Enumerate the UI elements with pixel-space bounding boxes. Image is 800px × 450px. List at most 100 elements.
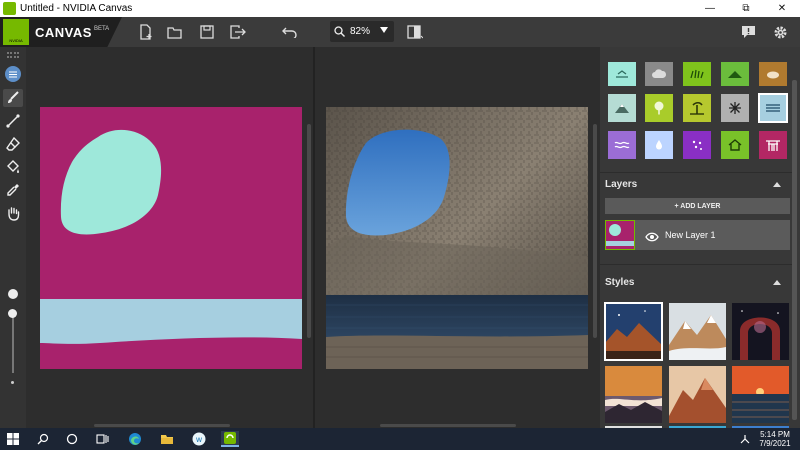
undo-icon[interactable] <box>281 23 299 41</box>
brush-size-knob[interactable] <box>8 309 17 318</box>
mat-fog[interactable] <box>645 131 673 159</box>
mat-hill[interactable] <box>721 62 749 86</box>
pan-tool[interactable] <box>3 204 23 222</box>
layer-thumbnail <box>605 220 635 250</box>
styles-title: Styles <box>605 277 635 288</box>
mat-flowers[interactable] <box>683 131 711 159</box>
canvas-app-icon[interactable] <box>221 431 239 447</box>
network-icon[interactable] <box>737 431 753 447</box>
painted-sky-shape <box>60 129 162 235</box>
painted-water-shape <box>40 299 302 344</box>
add-layer-button[interactable]: + ADD LAYER <box>605 198 790 214</box>
tree-icon <box>654 101 664 115</box>
paint-canvas[interactable] <box>40 107 302 369</box>
cloud-icon <box>652 69 667 78</box>
eyedropper-tool[interactable] <box>3 181 23 199</box>
mat-grass[interactable] <box>683 62 711 86</box>
palm-icon <box>690 101 704 115</box>
mat-house[interactable] <box>721 131 749 159</box>
mat-tree[interactable] <box>645 94 673 122</box>
wave-icon <box>614 141 630 149</box>
task-view-icon[interactable] <box>94 431 110 447</box>
style-snowy-peaks[interactable] <box>669 303 726 360</box>
section-separator <box>600 172 792 173</box>
export-icon[interactable] <box>229 23 247 41</box>
brush-size-min <box>11 381 14 384</box>
mat-cloud[interactable] <box>645 62 673 86</box>
windows-taskbar: w 5:14 PM 7/9/2021 <box>0 428 800 450</box>
water-icon <box>766 104 780 112</box>
chevron-down-icon[interactable] <box>380 27 388 33</box>
zoom-control[interactable]: 82% <box>330 21 394 42</box>
fill-tool[interactable] <box>3 158 23 176</box>
beta-badge: BETA <box>93 26 110 32</box>
layer-name: New Layer 1 <box>665 230 716 240</box>
output-horizontal-scrollbar[interactable] <box>380 424 516 427</box>
mat-temple[interactable] <box>759 131 787 159</box>
drag-handle[interactable] <box>7 52 19 58</box>
close-button[interactable]: ✕ <box>764 0 800 17</box>
wink-icon[interactable]: w <box>191 431 207 447</box>
mat-bush[interactable] <box>683 94 711 122</box>
paint-horizontal-scrollbar[interactable] <box>94 424 230 427</box>
minimize-button[interactable]: — <box>692 0 728 17</box>
layers-collapse-icon[interactable] <box>773 182 781 187</box>
output-canvas <box>326 107 588 369</box>
cortana-icon[interactable] <box>64 431 80 447</box>
search-icon <box>334 26 345 37</box>
paint-vertical-scrollbar[interactable] <box>307 124 311 338</box>
mat-river[interactable] <box>608 131 636 159</box>
window-title: Untitled - NVIDIA Canvas <box>20 3 133 14</box>
brand: NVIDIA CANVAS BETA <box>0 17 122 47</box>
style-ocean-sunset[interactable] <box>732 366 789 423</box>
brush-size-track[interactable] <box>12 315 14 373</box>
line-tool[interactable] <box>3 112 23 130</box>
temple-icon <box>766 140 780 151</box>
mountain-icon <box>615 104 629 113</box>
hill-icon <box>728 71 742 78</box>
style-mountain-night[interactable] <box>604 302 663 361</box>
canvas-divider[interactable] <box>313 47 315 428</box>
brush-size-max <box>8 289 18 299</box>
svg-text:w: w <box>196 435 203 444</box>
mat-water[interactable] <box>758 93 788 123</box>
windows-start-icon[interactable] <box>5 431 21 447</box>
edge-icon[interactable] <box>127 431 143 447</box>
grass-icon <box>690 69 704 79</box>
file-explorer-icon[interactable] <box>159 431 175 447</box>
mat-mountain[interactable] <box>608 94 636 122</box>
eye-icon[interactable] <box>645 229 659 247</box>
mat-snow[interactable] <box>721 94 749 122</box>
split-view-icon[interactable] <box>406 23 424 41</box>
maximize-button[interactable]: ⧉ <box>728 0 764 17</box>
save-icon[interactable] <box>198 23 216 41</box>
styles-collapse-icon[interactable] <box>773 280 781 285</box>
gear-icon[interactable] <box>771 23 789 41</box>
app-header: NVIDIA CANVAS BETA 82% <box>0 17 800 47</box>
new-file-icon[interactable] <box>137 23 155 41</box>
brush-tool[interactable] <box>3 89 23 107</box>
nvidia-logo-text: NVIDIA <box>9 38 23 43</box>
mat-rock-brown[interactable] <box>759 62 787 86</box>
output-water <box>326 295 588 337</box>
style-red-mountain[interactable] <box>669 366 726 423</box>
style-rock-arch-stars[interactable] <box>732 303 789 360</box>
system-clock[interactable]: 5:14 PM 7/9/2021 <box>752 430 798 448</box>
drop-icon <box>656 140 662 150</box>
search-icon[interactable] <box>35 431 51 447</box>
house-icon <box>728 139 742 151</box>
chat-icon[interactable] <box>739 23 757 41</box>
panel-scrollbar[interactable] <box>792 80 797 420</box>
output-vertical-scrollbar[interactable] <box>593 124 597 338</box>
open-folder-icon[interactable] <box>166 23 184 41</box>
eraser-tool[interactable] <box>3 135 23 153</box>
section-separator <box>600 264 792 265</box>
beach-icon <box>616 70 628 78</box>
sparkle-icon <box>692 140 702 150</box>
style-sunset-fog[interactable] <box>605 366 662 423</box>
layer-item[interactable]: New Layer 1 <box>605 220 790 250</box>
snowflake-icon <box>729 102 741 114</box>
materials-tool[interactable] <box>3 65 23 83</box>
layers-title: Layers <box>605 179 638 190</box>
mat-sky-sea[interactable] <box>608 62 636 86</box>
